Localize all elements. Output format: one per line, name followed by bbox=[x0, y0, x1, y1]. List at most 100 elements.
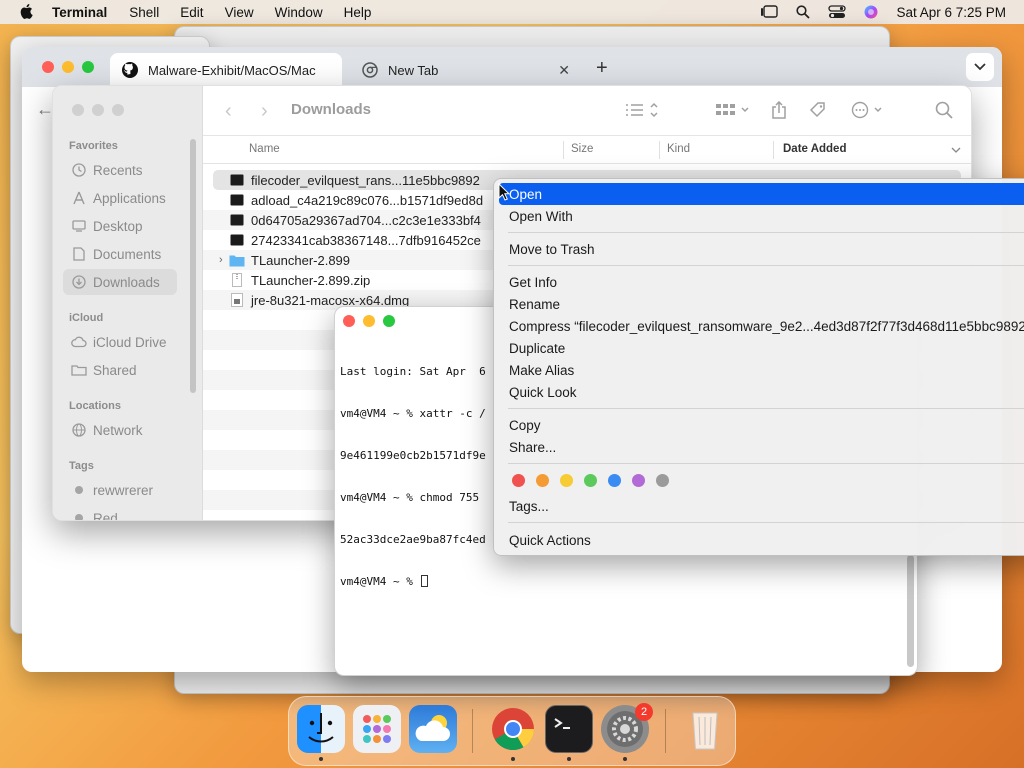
spotlight-search-icon[interactable] bbox=[794, 5, 812, 19]
disk-image-icon bbox=[229, 293, 245, 307]
close-tab-icon[interactable]: ✕ bbox=[558, 62, 570, 79]
folder-icon bbox=[229, 253, 245, 267]
sidebar-item-downloads[interactable]: Downloads bbox=[63, 269, 177, 295]
dock: 2 bbox=[288, 696, 736, 766]
mouse-pointer-icon bbox=[498, 183, 510, 201]
search-icon[interactable] bbox=[935, 100, 953, 120]
tag-color-red[interactable] bbox=[512, 474, 525, 487]
menu-item-tags[interactable]: Tags... bbox=[499, 495, 1024, 517]
chrome-tab-new[interactable]: New Tab ✕ bbox=[350, 53, 582, 87]
chrome-close-button[interactable] bbox=[42, 61, 54, 73]
terminal-close-button[interactable] bbox=[343, 315, 355, 327]
menubar-clock[interactable]: Sat Apr 6 7:25 PM bbox=[896, 5, 1006, 20]
menu-item-rename[interactable]: Rename bbox=[499, 293, 1024, 315]
tag-color-green[interactable] bbox=[584, 474, 597, 487]
globe-icon bbox=[71, 422, 87, 438]
sidebar-scrollbar[interactable] bbox=[190, 139, 196, 393]
finder-zoom-button[interactable] bbox=[112, 104, 124, 116]
executable-icon bbox=[229, 213, 245, 227]
tag-color-gray[interactable] bbox=[656, 474, 669, 487]
menu-item-compress[interactable]: Compress “filecoder_evilquest_ransomware… bbox=[499, 315, 1024, 337]
applications-icon bbox=[71, 190, 87, 206]
disclosure-chevron-icon[interactable]: › bbox=[219, 254, 223, 266]
column-size[interactable]: Size bbox=[571, 143, 593, 155]
apple-logo-icon[interactable] bbox=[20, 4, 34, 20]
menu-item-quick-look[interactable]: Quick Look bbox=[499, 381, 1024, 403]
sidebar-item-label: Recents bbox=[93, 162, 143, 178]
menu-shell[interactable]: Shell bbox=[129, 5, 159, 20]
sidebar-item-desktop[interactable]: Desktop bbox=[63, 213, 177, 239]
menu-edit[interactable]: Edit bbox=[180, 5, 203, 20]
sidebar-item-documents[interactable]: Documents bbox=[63, 241, 177, 267]
finder-minimize-button[interactable] bbox=[92, 104, 104, 116]
tag-color-yellow[interactable] bbox=[560, 474, 573, 487]
chrome-dock-icon[interactable] bbox=[489, 705, 537, 753]
column-kind[interactable]: Kind bbox=[667, 143, 690, 155]
menu-item-open[interactable]: Open bbox=[499, 183, 1024, 205]
chrome-minimize-button[interactable] bbox=[62, 61, 74, 73]
terminal-scrollbar[interactable] bbox=[907, 555, 914, 667]
terminal-output[interactable]: Last login: Sat Apr 6 vm4@VM4 ~ % xattr … bbox=[340, 337, 486, 617]
tab-search-button[interactable] bbox=[966, 53, 994, 81]
stage-manager-icon[interactable] bbox=[760, 5, 779, 19]
finder-dock-icon[interactable] bbox=[297, 705, 345, 753]
trash-dock-icon[interactable] bbox=[681, 705, 729, 753]
executable-icon bbox=[229, 173, 245, 187]
column-separator[interactable] bbox=[773, 141, 774, 159]
tag-color-blue[interactable] bbox=[608, 474, 621, 487]
launchpad-dock-icon[interactable] bbox=[353, 705, 401, 753]
column-separator[interactable] bbox=[563, 141, 564, 159]
menu-item-copy[interactable]: Copy bbox=[499, 414, 1024, 436]
finder-close-button[interactable] bbox=[72, 104, 84, 116]
new-tab-icon[interactable]: + bbox=[596, 57, 608, 80]
chrome-tab-label: Malware-Exhibit/MacOS/Mac bbox=[148, 62, 316, 78]
more-actions-icon[interactable] bbox=[851, 100, 887, 120]
file-name: TLauncher-2.899.zip bbox=[251, 272, 371, 288]
group-by-icon[interactable] bbox=[715, 100, 751, 120]
tag-icon[interactable] bbox=[809, 100, 827, 120]
tag-color-purple[interactable] bbox=[632, 474, 645, 487]
sidebar-header-tags: Tags bbox=[69, 460, 94, 472]
terminal-dock-icon[interactable] bbox=[545, 705, 593, 753]
sidebar-item-label: Network bbox=[93, 422, 143, 438]
menu-app-name[interactable]: Terminal bbox=[52, 5, 107, 20]
terminal-zoom-button[interactable] bbox=[383, 315, 395, 327]
sidebar-item-icloud-drive[interactable]: iCloud Drive bbox=[63, 329, 177, 355]
chrome-zoom-button[interactable] bbox=[82, 61, 94, 73]
share-icon[interactable] bbox=[771, 100, 787, 120]
tag-color-orange[interactable] bbox=[536, 474, 549, 487]
menu-view[interactable]: View bbox=[225, 5, 254, 20]
sort-chevron-down-icon[interactable] bbox=[951, 147, 961, 153]
menu-item-quick-actions[interactable]: Quick Actions bbox=[499, 529, 1024, 551]
sidebar-item-recents[interactable]: Recents bbox=[63, 157, 177, 183]
menu-item-open-with[interactable]: Open With bbox=[499, 205, 1024, 227]
back-chevron-icon[interactable]: ‹ bbox=[225, 100, 232, 123]
column-date-added[interactable]: Date Added bbox=[783, 143, 846, 155]
file-name: filecoder_evilquest_rans...11e5bbc9892 bbox=[251, 172, 480, 188]
chrome-tab-github[interactable]: Malware-Exhibit/MacOS/Mac bbox=[110, 53, 342, 87]
list-view-icon[interactable] bbox=[625, 100, 659, 120]
weather-dock-icon[interactable] bbox=[409, 705, 457, 753]
menu-item-get-info[interactable]: Get Info bbox=[499, 271, 1024, 293]
terminal-line: 52ac33dce2ae9ba87fc4ed bbox=[340, 533, 486, 546]
menu-window[interactable]: Window bbox=[275, 5, 323, 20]
siri-icon[interactable] bbox=[862, 5, 880, 19]
column-separator[interactable] bbox=[659, 141, 660, 159]
download-icon bbox=[71, 274, 87, 290]
forward-chevron-icon[interactable]: › bbox=[261, 100, 268, 123]
menu-item-share[interactable]: Share... bbox=[499, 436, 1024, 458]
chrome-icon bbox=[362, 62, 378, 78]
control-center-icon[interactable] bbox=[828, 5, 847, 19]
menu-item-move-to-trash[interactable]: Move to Trash bbox=[499, 238, 1024, 260]
menu-help[interactable]: Help bbox=[344, 5, 372, 20]
terminal-minimize-button[interactable] bbox=[363, 315, 375, 327]
document-icon bbox=[71, 246, 87, 262]
sidebar-item-network[interactable]: Network bbox=[63, 417, 177, 443]
sidebar-item-applications[interactable]: Applications bbox=[63, 185, 177, 211]
menu-item-make-alias[interactable]: Make Alias bbox=[499, 359, 1024, 381]
menu-item-duplicate[interactable]: Duplicate bbox=[499, 337, 1024, 359]
column-name[interactable]: Name bbox=[249, 143, 280, 155]
sidebar-tag-red[interactable]: Red bbox=[63, 505, 177, 520]
sidebar-tag-rewwrerer[interactable]: rewwrerer bbox=[63, 477, 177, 503]
sidebar-item-shared[interactable]: Shared bbox=[63, 357, 177, 383]
